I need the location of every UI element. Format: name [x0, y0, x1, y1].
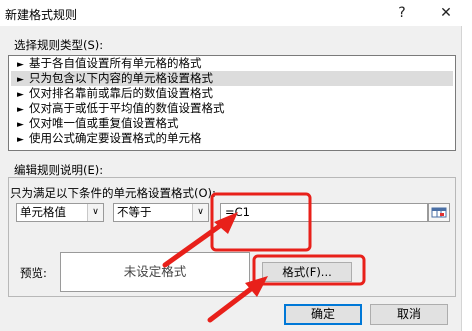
cancel-button[interactable]: 取消 — [370, 304, 448, 325]
condition-label: 只为满足以下条件的单元格设置格式(O): — [10, 186, 216, 200]
condition-value-input[interactable]: =C1 — [220, 203, 428, 222]
rule-type-item[interactable]: ► 基于各自值设置所有单元格的格式 — [11, 56, 453, 71]
range-select-button[interactable] — [428, 203, 450, 222]
bullet-icon: ► — [17, 135, 24, 145]
rule-type-item[interactable]: ► 仅对排名靠前或靠后的数值设置格式 — [11, 86, 453, 101]
rule-type-item-label: 仅对唯一值或重复值设置格式 — [29, 116, 179, 130]
rule-type-list[interactable]: ► 基于各自值设置所有单元格的格式 ► 只为包含以下内容的单元格设置格式 ► 仅对排名… — [8, 55, 456, 151]
rule-type-item[interactable]: ► 仅对高于或低于平均值的数值设置格式 — [11, 101, 453, 116]
rule-description-label: 编辑规则说明(E): — [14, 163, 104, 177]
rule-type-item-label: 基于各自值设置所有单元格的格式 — [29, 56, 202, 70]
rule-type-label: 选择规则类型(S): — [14, 38, 104, 52]
rule-type-item[interactable]: ► 使用公式确定要设置格式的单元格 — [11, 131, 453, 146]
operator-dropdown-value: 不等于 — [117, 205, 152, 219]
help-button[interactable]: ? — [390, 3, 414, 23]
close-button[interactable]: ✕ — [434, 3, 458, 23]
ok-button[interactable]: 确定 — [284, 304, 362, 325]
operator-dropdown[interactable]: 不等于 ∨ — [113, 203, 209, 222]
rule-type-item-label: 只为包含以下内容的单元格设置格式 — [29, 71, 213, 85]
chevron-down-icon: ∨ — [192, 204, 208, 221]
rule-type-item-label: 仅对高于或低于平均值的数值设置格式 — [29, 101, 225, 115]
chevron-down-icon: ∨ — [87, 204, 103, 221]
cell-value-dropdown-value: 单元格值 — [20, 205, 66, 219]
preview-label: 预览: — [20, 266, 47, 280]
new-format-rule-dialog: 新建格式规则 ? ✕ 选择规则类型(S): ► 基于各自值设置所有单元格的格式 ►… — [0, 0, 472, 331]
rule-type-item-label: 使用公式确定要设置格式的单元格 — [29, 131, 202, 145]
rule-type-item[interactable]: ► 仅对唯一值或重复值设置格式 — [11, 116, 453, 131]
dialog-title: 新建格式规则 — [5, 8, 78, 22]
cell-value-dropdown[interactable]: 单元格值 ∨ — [16, 203, 104, 222]
format-button[interactable]: 格式(F)... — [262, 262, 352, 282]
rule-type-item-selected[interactable]: ► 只为包含以下内容的单元格设置格式 — [11, 71, 453, 86]
title-bar: 新建格式规则 ? ✕ — [0, 0, 472, 26]
range-select-icon — [431, 207, 447, 218]
rule-type-item-label: 仅对排名靠前或靠后的数值设置格式 — [29, 86, 213, 100]
background-worksheet-edge — [461, 26, 472, 331]
format-preview: 未设定格式 — [60, 252, 250, 292]
